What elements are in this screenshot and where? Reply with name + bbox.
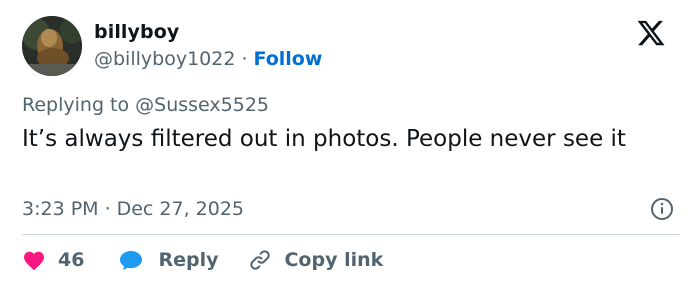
replying-to[interactable]: Replying to @Sussex5525	[22, 94, 269, 116]
reply-button[interactable]: Reply	[118, 248, 218, 272]
avatar-photo	[22, 16, 82, 76]
separator-dot: ·	[241, 48, 248, 70]
tweet-time: 3:23 PM	[22, 198, 99, 220]
author-meta: @billyboy1022 · Follow	[94, 48, 322, 70]
info-icon[interactable]	[650, 197, 674, 221]
heart-icon	[24, 251, 44, 271]
copy-link-label: Copy link	[284, 249, 384, 271]
speech-bubble-icon	[120, 251, 143, 270]
copy-link-button[interactable]: Copy link	[248, 248, 383, 272]
separator-dot: ·	[104, 198, 111, 220]
link-icon	[250, 250, 271, 270]
like-count: 46	[58, 249, 85, 271]
tweet-date: Dec 27, 2025	[116, 198, 245, 220]
reply-label: Reply	[158, 249, 219, 271]
tweet-timestamp[interactable]: 3:23 PM · Dec 27, 2025	[22, 198, 244, 220]
x-logo-icon[interactable]	[636, 18, 666, 48]
author-handle[interactable]: @billyboy1022	[94, 48, 235, 70]
divider	[22, 234, 680, 235]
like-button[interactable]: 46	[22, 249, 84, 271]
tweet-card: billyboy @billyboy1022 · Follow Replying t…	[0, 0, 700, 287]
tweet-text: It’s always filtered out in photos. Peop…	[22, 126, 626, 152]
follow-button[interactable]: Follow	[253, 48, 322, 70]
avatar[interactable]	[22, 16, 82, 76]
author-name[interactable]: billyboy	[94, 21, 179, 43]
action-bar: 46 Reply Copy link	[22, 244, 383, 276]
